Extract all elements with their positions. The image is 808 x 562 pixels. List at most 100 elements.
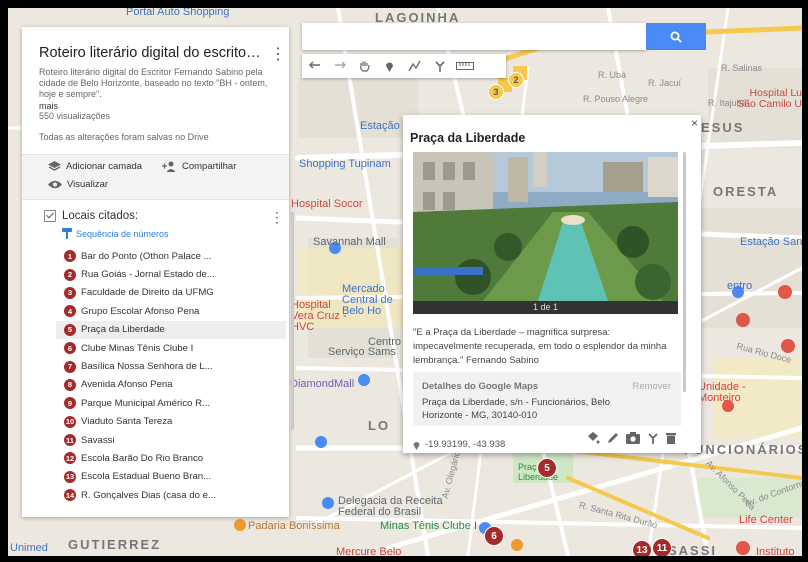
more-options-icon[interactable]: ⋮ — [270, 44, 286, 64]
hand-icon[interactable] — [352, 54, 377, 78]
share-button[interactable]: Compartilhar — [162, 161, 236, 172]
list-item-label: Clube Minas Tênis Clube I — [81, 342, 194, 354]
list-item[interactable]: 1 Bar do Ponto (Othon Palace ... — [56, 247, 286, 265]
list-item-label: Savassi — [81, 434, 115, 446]
map-label-minas-tenis[interactable]: Minas Tênis Clube I — [380, 520, 477, 532]
list-item[interactable]: 11 Savassi — [56, 431, 286, 449]
map-label-instituto[interactable]: Instituto — [756, 546, 795, 556]
map-label-unimed[interactable]: Unimed — [10, 542, 48, 554]
coordinates-value: -19.93199, -43.938 — [425, 439, 506, 450]
map-marker[interactable]: 2 — [508, 72, 524, 88]
add-marker-icon[interactable] — [377, 54, 402, 78]
map-marker[interactable]: 11 — [652, 538, 672, 556]
map-label-hospital-vera[interactable]: Hospital Vera Cruz - HVC — [291, 300, 349, 333]
list-item-label: Viaduto Santa Tereza — [81, 416, 173, 428]
list-item-label: Escola Estadual Bueno Bran... — [81, 471, 212, 483]
map-label-portal[interactable]: Portal Auto Shopping — [126, 8, 229, 18]
preview-button[interactable]: Visualizar — [48, 179, 108, 190]
map-label-r-jacui: R. Jacuí — [648, 78, 682, 88]
list-item[interactable]: 10 Viaduto Santa Tereza — [56, 413, 286, 431]
list-item-label: Praça da Liberdade — [81, 324, 165, 336]
search-input[interactable] — [302, 23, 646, 50]
layer-style-button[interactable]: Sequência de números — [62, 228, 169, 239]
map-label-delegacia[interactable]: Delegacia da Receita Federal do Brasil — [338, 496, 478, 518]
marker-number: 5 — [64, 323, 76, 336]
map-label-estacao[interactable]: Estação — [360, 120, 400, 132]
more-link[interactable]: mais — [39, 101, 58, 111]
list-item[interactable]: 14 R. Gonçalves Dias (casa do e... — [56, 486, 286, 504]
map-label-hospital-socor[interactable]: Hospital Socor — [291, 198, 363, 210]
list-item-label: Faculdade de Direito da UFMG — [81, 287, 214, 299]
edit-pencil-icon[interactable] — [607, 432, 619, 444]
redo-icon[interactable] — [327, 54, 352, 78]
list-item[interactable]: 6 Clube Minas Tênis Clube I — [56, 339, 286, 357]
map-marker[interactable]: 6 — [484, 526, 504, 546]
list-item[interactable]: 13 Escola Estadual Bueno Bran... — [56, 468, 286, 486]
search-button[interactable] — [646, 23, 706, 50]
ruler-icon[interactable] — [452, 54, 477, 78]
list-item-label: Avenida Afonso Pena — [81, 379, 173, 391]
list-item[interactable]: 9 Parque Municipal Américo R... — [56, 394, 286, 412]
add-layer-button[interactable]: Adicionar camada — [48, 161, 142, 172]
map-description[interactable]: Roteiro literário digital do Escritor Fe… — [39, 67, 284, 100]
undo-icon[interactable] — [302, 54, 327, 78]
map-label-life-center[interactable]: Life Center — [739, 514, 793, 526]
map-label-esus: ESUS — [701, 120, 745, 135]
map-label-diamond[interactable]: DiamondMall — [290, 378, 354, 390]
map-label-padaria[interactable]: Padaria Bonissima — [248, 520, 340, 532]
list-item-selected[interactable]: 5 Praça da Liberdade — [56, 320, 286, 339]
layer-style-label: Sequência de números — [76, 228, 169, 239]
layer-name[interactable]: Locais citados: — [62, 210, 138, 222]
marker-number: 4 — [64, 305, 76, 318]
directions-icon[interactable] — [427, 54, 452, 78]
marker-number: 10 — [64, 415, 76, 428]
search-icon — [670, 31, 682, 43]
map-label-servico: Serviço Sams — [328, 346, 396, 358]
map-label-mercure[interactable]: Mercure Belo — [336, 546, 401, 556]
close-icon[interactable]: × — [691, 116, 698, 130]
view-count: 550 visualizações — [39, 111, 111, 121]
map-label-r-salinas: R. Salinas — [721, 63, 763, 73]
map-marker[interactable]: 5 — [537, 458, 557, 478]
map-label-hospital-camilo[interactable]: Hospital Lu São Camilo U — [736, 88, 802, 110]
map-label-estacao-santa[interactable]: Estação Santa — [740, 236, 802, 248]
layer-visibility-checkbox[interactable] — [44, 210, 56, 222]
preview-label: Visualizar — [67, 179, 109, 190]
list-item[interactable]: 12 Escola Barão Do Rio Branco — [56, 449, 286, 467]
directions-icon[interactable] — [647, 432, 659, 444]
place-title[interactable]: Praça da Liberdade — [410, 131, 525, 145]
delete-trash-icon[interactable] — [666, 432, 676, 444]
marker-number: 2 — [64, 268, 76, 281]
remove-button[interactable]: Remover — [632, 381, 671, 392]
photo-caption: 1 de 1 — [413, 301, 678, 314]
list-item[interactable]: 2 Rua Goiás - Jornal Estado de... — [56, 265, 286, 283]
map-marker[interactable]: 3 — [488, 84, 504, 100]
list-item[interactable]: 3 Faculdade de Direito da UFMG — [56, 284, 286, 302]
list-item-label: R. Gonçalves Dias (casa do e... — [81, 489, 216, 501]
place-list: 1 Bar do Ponto (Othon Palace ... 2 Rua Goi… — [56, 247, 286, 504]
map-label-shopping-tupinambas[interactable]: Shopping Tupinam — [299, 158, 391, 170]
place-description[interactable]: "E a Praça da Liberdade – magnífica surp… — [413, 326, 675, 368]
place-photo[interactable] — [413, 152, 678, 301]
list-item[interactable]: 7 Basílica Nossa Senhora de L... — [56, 357, 286, 375]
layer-header[interactable]: Locais citados: — [44, 210, 138, 222]
layer-options-icon[interactable]: ⋮ — [270, 209, 284, 226]
list-item[interactable]: 4 Grupo Escolar Afonso Pena — [56, 302, 286, 320]
map-label-savannah[interactable]: Savannah Mall — [313, 236, 386, 248]
place-address: Praça da Liberdade, s/n - Funcionários, … — [422, 397, 610, 421]
card-scrollbar[interactable] — [683, 152, 686, 392]
map-marker[interactable]: 13 — [632, 540, 652, 556]
list-item[interactable]: 8 Avenida Afonso Pena — [56, 376, 286, 394]
list-item-label: Escola Barão Do Rio Branco — [81, 452, 204, 464]
details-header: Detalhes do Google Maps — [422, 381, 539, 392]
panel-scrollbar[interactable] — [291, 212, 294, 430]
marker-number: 6 — [64, 342, 76, 355]
map-title[interactable]: Roteiro literário digital do escritor Fe… — [39, 45, 264, 61]
camera-icon[interactable] — [626, 432, 640, 444]
style-paint-icon[interactable] — [586, 432, 600, 444]
marker-number: 8 — [64, 378, 76, 391]
draw-line-icon[interactable] — [402, 54, 427, 78]
map-label-mercado[interactable]: Mercado Central de Belo Ho — [342, 284, 404, 317]
marker-number: 14 — [64, 489, 76, 502]
map-label-unidade[interactable]: Unidade - Monteiro — [698, 382, 768, 404]
